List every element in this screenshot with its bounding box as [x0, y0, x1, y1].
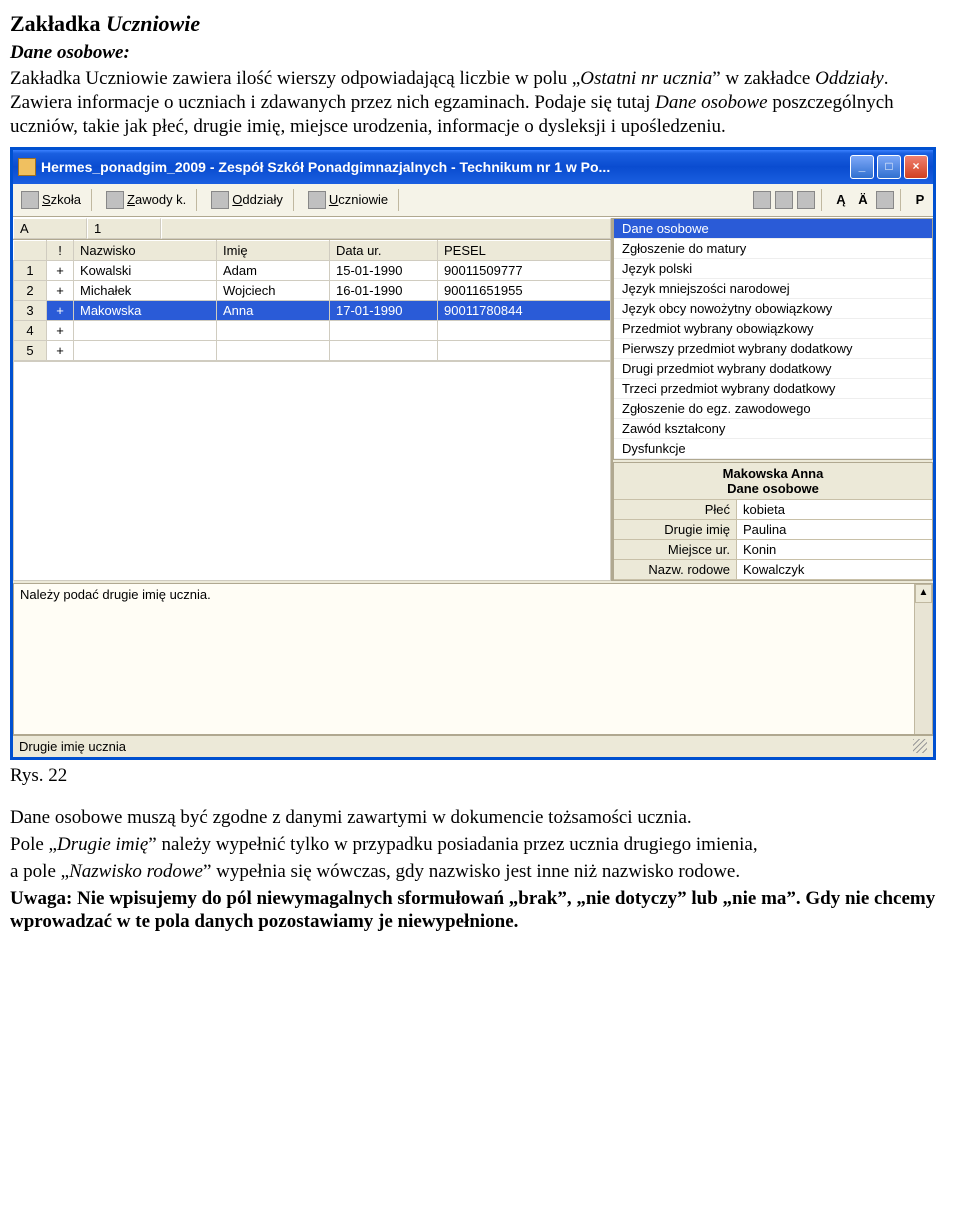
building-icon: [211, 191, 229, 209]
p-button[interactable]: P: [911, 192, 929, 207]
building-icon: [308, 191, 326, 209]
letter-button-a1[interactable]: Ą: [832, 192, 850, 207]
paragraph-3: Pole „Drugie imię” należy wypełnić tylko…: [10, 833, 950, 857]
paragraph-warning: Uwaga: Nie wpisujemy do pól niewymagalny…: [10, 887, 950, 935]
tab-uczniowie[interactable]: Uczniowie: [304, 190, 392, 210]
side-list-item[interactable]: Trzeci przedmiot wybrany dodatkowy: [614, 379, 932, 399]
detail-value[interactable]: kobieta: [737, 500, 932, 519]
paragraph-4: a pole „Nazwisko rodowe” wypełnia się wó…: [10, 860, 950, 884]
table-row[interactable]: 3+MakowskaAnna17-01-199090011780844: [14, 300, 611, 320]
side-list-item[interactable]: Dysfunkcje: [614, 439, 932, 459]
table-row[interactable]: 2+MichałekWojciech16-01-199090011651955: [14, 280, 611, 300]
side-list-item[interactable]: Język polski: [614, 259, 932, 279]
detail-value[interactable]: Kowalczyk: [737, 560, 932, 579]
note-text: Należy podać drugie imię ucznia.: [14, 584, 914, 734]
detail-label: Płeć: [614, 500, 737, 519]
section-heading: Zakładka Uczniowie: [10, 10, 950, 38]
side-list-item[interactable]: Dane osobowe: [614, 219, 932, 239]
detail-label: Nazw. rodowe: [614, 560, 737, 579]
subheading: Dane osobowe:: [10, 41, 950, 65]
filter-col-a[interactable]: A: [13, 218, 87, 239]
col-flag[interactable]: !: [47, 240, 74, 260]
side-category-list: Dane osoboweZgłoszenie do maturyJęzyk po…: [613, 218, 933, 460]
table-row[interactable]: 1+KowalskiAdam15-01-199090011509777: [14, 260, 611, 280]
figure-caption: Rys. 22: [10, 764, 950, 788]
col-pesel[interactable]: PESEL: [438, 240, 611, 260]
side-list-item[interactable]: Język obcy nowożytny obowiązkowy: [614, 299, 932, 319]
status-text: Drugie imię ucznia: [19, 739, 126, 754]
tab-szkola[interactable]: Szkoła: [17, 190, 85, 210]
close-button[interactable]: ×: [904, 155, 928, 179]
detail-value[interactable]: Paulina: [737, 520, 932, 539]
maximize-button[interactable]: □: [877, 155, 901, 179]
detail-value[interactable]: Konin: [737, 540, 932, 559]
app-window: Hermes_ponadgim_2009 - Zespół Szkół Pona…: [10, 147, 936, 760]
toolbar-icon-2[interactable]: [775, 191, 793, 209]
detail-row: Drugie imięPaulina: [614, 520, 932, 540]
detail-label: Miejsce ur.: [614, 540, 737, 559]
students-table: ! Nazwisko Imię Data ur. PESEL 1+Kowalsk…: [13, 240, 611, 361]
col-data[interactable]: Data ur.: [330, 240, 438, 260]
app-icon: [18, 158, 36, 176]
filter-col-b[interactable]: 1: [87, 218, 161, 239]
building-icon: [21, 191, 39, 209]
detail-label: Drugie imię: [614, 520, 737, 539]
scroll-up-icon[interactable]: ▲: [915, 584, 932, 603]
col-idx[interactable]: [14, 240, 47, 260]
resize-grip-icon[interactable]: [913, 739, 927, 753]
side-list-item[interactable]: Przedmiot wybrany obowiązkowy: [614, 319, 932, 339]
paragraph-1: Zakładka Uczniowie zawiera ilość wierszy…: [10, 67, 950, 138]
tab-zawody[interactable]: Zawody k.: [102, 190, 190, 210]
toolbar-icon-3[interactable]: [797, 191, 815, 209]
side-list-item[interactable]: Pierwszy przedmiot wybrany dodatkowy: [614, 339, 932, 359]
titlebar: Hermes_ponadgim_2009 - Zespół Szkół Pona…: [13, 150, 933, 184]
detail-row: Płećkobieta: [614, 500, 932, 520]
table-row[interactable]: 4+: [14, 320, 611, 340]
letter-button-a2[interactable]: Ä: [854, 192, 872, 207]
note-area: Należy podać drugie imię ucznia. ▲: [13, 583, 933, 735]
minimize-button[interactable]: _: [850, 155, 874, 179]
statusbar: Drugie imię ucznia: [13, 735, 933, 757]
side-list-item[interactable]: Zgłoszenie do egz. zawodowego: [614, 399, 932, 419]
toolbar-icon-1[interactable]: [753, 191, 771, 209]
detail-title: Makowska Anna Dane osobowe: [614, 463, 932, 500]
tab-oddzialy[interactable]: Oddziały: [207, 190, 287, 210]
detail-row: Miejsce ur.Konin: [614, 540, 932, 560]
side-list-item[interactable]: Zawód kształcony: [614, 419, 932, 439]
table-row[interactable]: 5+: [14, 340, 611, 360]
window-title: Hermes_ponadgim_2009 - Zespół Szkół Pona…: [41, 159, 847, 175]
building-icon: [106, 191, 124, 209]
scrollbar[interactable]: ▲: [914, 584, 932, 734]
detail-row: Nazw. rodoweKowalczyk: [614, 560, 932, 580]
side-list-item[interactable]: Zgłoszenie do matury: [614, 239, 932, 259]
side-list-item[interactable]: Drugi przedmiot wybrany dodatkowy: [614, 359, 932, 379]
col-nazwisko[interactable]: Nazwisko: [74, 240, 217, 260]
side-list-item[interactable]: Język mniejszości narodowej: [614, 279, 932, 299]
toolbar: Szkoła Zawody k. Oddziały Uczniowie Ą Ä P: [13, 184, 933, 217]
detail-panel: Makowska Anna Dane osobowe PłećkobietaDr…: [613, 462, 933, 581]
col-imie[interactable]: Imię: [217, 240, 330, 260]
paragraph-2: Dane osobowe muszą być zgodne z danymi z…: [10, 806, 950, 830]
help-icon[interactable]: [876, 191, 894, 209]
